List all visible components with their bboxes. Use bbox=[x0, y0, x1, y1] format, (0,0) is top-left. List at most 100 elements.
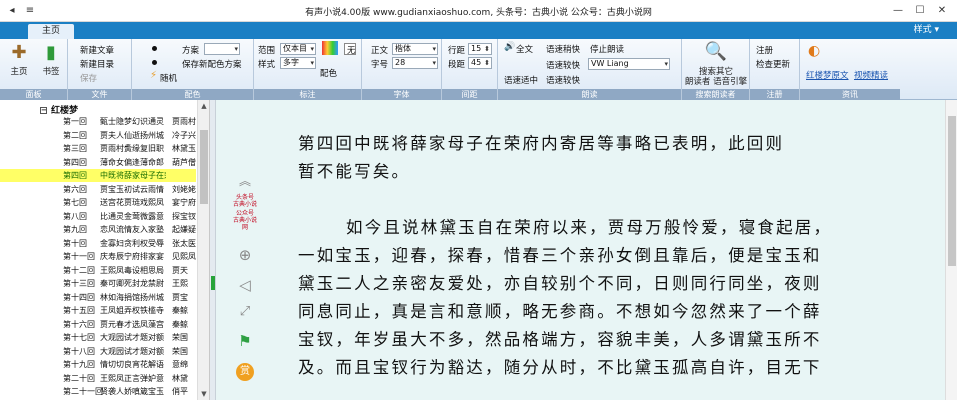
chapter-tree[interactable]: − 红楼梦 第一回 甄士隐梦幻识通灵 贾雨村 第二回 贾夫人仙逝扬州城 冷子兴 第三回 贾雨村夤… bbox=[0, 100, 210, 400]
collapse-icon[interactable]: − bbox=[40, 107, 47, 114]
tree-row-t2: 林黛 bbox=[172, 373, 188, 383]
style-select[interactable]: 多字 bbox=[280, 57, 316, 69]
tree-row-ch: 第四回 bbox=[63, 171, 87, 180]
tree-row[interactable]: 第十回 金寡妇贪利权受辱 张太医 bbox=[0, 237, 196, 250]
rate-slower-button[interactable]: 语速较快 bbox=[546, 74, 580, 86]
tree-row[interactable]: 第十七回 大观园试才题对额 荣国 bbox=[0, 331, 196, 344]
group-label-file: 文件 bbox=[68, 89, 131, 100]
scheme-select[interactable] bbox=[204, 43, 240, 55]
save-scheme-button[interactable]: 保存新配色方案 bbox=[182, 58, 242, 70]
tree-row-ch: 第三回 bbox=[63, 144, 87, 153]
homepage-button[interactable]: 主页 bbox=[8, 65, 30, 77]
tree-row[interactable]: 第十五回 王凤姐弄权铁槛寺 秦鲸 bbox=[0, 304, 196, 317]
reader-scroll-thumb[interactable] bbox=[948, 116, 956, 266]
minimize-button[interactable]: — bbox=[887, 3, 909, 19]
tree-row[interactable]: 第二十回 王熙凤正言弹妒意 林黛 bbox=[0, 372, 196, 385]
tree-row-t1: 贾宝玉初试云雨情 bbox=[100, 184, 164, 194]
tree-row-ch: 第十九回 bbox=[63, 360, 95, 369]
range-select[interactable]: 仅本目 bbox=[280, 43, 316, 55]
fullscreen-icon[interactable]: ⤢ bbox=[232, 304, 258, 319]
tree-row[interactable]: 第十九回 情切切良宵花解语 意绵 bbox=[0, 358, 196, 371]
scroll-up-icon[interactable]: ▲ bbox=[198, 100, 209, 112]
tree-row-t2: 贾天 bbox=[172, 265, 188, 275]
reader-scrollbar[interactable] bbox=[945, 100, 957, 400]
tree-row-t2: 贾雨村 bbox=[172, 117, 196, 126]
para-spacing-stepper[interactable]: 45 bbox=[468, 57, 492, 69]
volume-icon[interactable]: ◁ bbox=[232, 276, 258, 294]
reward-icon[interactable]: 赏 bbox=[232, 360, 258, 381]
link-original-text[interactable]: 红楼梦原文 bbox=[806, 69, 849, 81]
markup-color-button[interactable]: 配色 bbox=[320, 67, 337, 79]
tree-row-t2: 宴宁府 bbox=[172, 198, 196, 207]
save-button[interactable]: 保存 bbox=[80, 72, 97, 84]
maximize-button[interactable]: ☐ bbox=[909, 3, 931, 19]
tree-row-t2: 刘姥姥 bbox=[172, 184, 196, 194]
tree-row[interactable]: 第八回 比通灵金莺微露意 探宝钗 bbox=[0, 210, 196, 223]
globe-icon[interactable]: ⊕ bbox=[232, 246, 258, 264]
stop-read-button[interactable]: 停止朗读 bbox=[590, 43, 624, 55]
tree-row[interactable]: 第十一回 庆寿辰宁府排家宴 见熙凤 bbox=[0, 250, 196, 263]
scroll-down-icon[interactable]: ▼ bbox=[198, 388, 209, 400]
tree-row[interactable]: 第十六回 贾元春才选凤藻宫 秦鲸 bbox=[0, 318, 196, 331]
tree-row[interactable]: 第一回 甄士隐梦幻识通灵 贾雨村 bbox=[0, 115, 196, 128]
read-full-button[interactable]: 全文 bbox=[516, 43, 533, 55]
tree-row-ch: 第十八回 bbox=[63, 346, 95, 356]
tree-row-t1: 王熙凤正言弹妒意 bbox=[100, 373, 164, 383]
tree-row-ch: 第十四回 bbox=[63, 292, 95, 302]
seal-line-4: 古典小说网 bbox=[232, 217, 257, 231]
bookmark-icon: ▮ bbox=[46, 42, 56, 63]
flag-icon[interactable]: ⚑ bbox=[232, 332, 258, 350]
voice-select[interactable]: VW Liang bbox=[588, 58, 670, 70]
tree-row[interactable]: 第十三回 秦可卿死封龙禁尉 王熙 bbox=[0, 277, 196, 290]
tree-row[interactable]: 第四回 中既将薛家母子在荣府内寄居 bbox=[0, 169, 196, 182]
tree-row[interactable]: 第九回 恋风流情友入家塾 起嫌疑 bbox=[0, 223, 196, 236]
rate-up-button[interactable]: 语速较快 bbox=[546, 59, 580, 71]
markup-none-button[interactable]: 无 bbox=[347, 44, 356, 56]
register-button[interactable]: 注册 bbox=[756, 44, 773, 56]
group-label-spacing: 间距 bbox=[442, 89, 497, 100]
text-line: 如今且说林黛玉自在荣府以来，贾母万般怜爱，寝食起居， bbox=[346, 218, 833, 237]
chevron-up-icon[interactable]: ︽ bbox=[232, 172, 258, 189]
font-size-select[interactable]: 28 bbox=[392, 57, 438, 69]
line-spacing-stepper[interactable]: 15 bbox=[468, 43, 492, 55]
tree-scrollbar[interactable]: ▲ ▼ bbox=[197, 100, 209, 400]
tree-row[interactable]: 第二十一回 贤袭人娇嗔箴宝玉 俏平 bbox=[0, 385, 196, 398]
tree-row-t1: 贾元春才选凤藻宫 bbox=[100, 319, 164, 329]
palette-icon bbox=[322, 41, 338, 55]
tree-row-ch: 第十七回 bbox=[63, 333, 95, 342]
style-menu[interactable]: 样式 ▾ bbox=[914, 24, 939, 37]
new-file-button[interactable]: 新建文章 bbox=[80, 44, 114, 56]
check-update-button[interactable]: 检查更新 bbox=[756, 58, 790, 70]
tree-row-t1: 薄命女偏逢薄命郎 bbox=[100, 157, 164, 167]
tree-row-ch: 第八回 bbox=[63, 211, 87, 221]
new-dir-button[interactable]: 新建目录 bbox=[80, 58, 114, 70]
tree-row[interactable]: 第七回 送宫花贾琏戏熙凤 宴宁府 bbox=[0, 196, 196, 209]
bookmark-button[interactable]: 书签 bbox=[40, 65, 62, 77]
group-panel: ✚ 主页 ▮ 书签 面板 bbox=[0, 39, 68, 100]
tree-row[interactable]: 第四回 薄命女偏逢薄命郎 葫芦僧 bbox=[0, 156, 196, 169]
random-button[interactable]: 随机 bbox=[160, 72, 177, 84]
close-button[interactable]: ✕ bbox=[931, 3, 953, 19]
rate-fit-button[interactable]: 语速适中 bbox=[504, 74, 538, 86]
splitter-grip[interactable] bbox=[211, 276, 215, 290]
link-video[interactable]: 视频精读 bbox=[854, 69, 888, 81]
group-markup: 范围 仅本目 样式 多字 配色 无 标注 bbox=[254, 39, 362, 100]
tree-row-t2: 秦鲸 bbox=[172, 306, 188, 315]
color-dot-icon bbox=[152, 60, 157, 65]
tree-row[interactable]: 第十二回 王熙凤毒设相思局 贾天 bbox=[0, 264, 196, 277]
text-line: 黛玉二人之亲密友爱处，亦自较别个不同，日则同行同坐，夜则 bbox=[298, 274, 822, 293]
tab-main[interactable]: 主页 bbox=[28, 24, 74, 39]
tree-row-t1: 王熙凤毒设相思局 bbox=[100, 265, 164, 275]
tree-row[interactable]: 第十四回 林如海捐馆扬州城 贾宝 bbox=[0, 291, 196, 304]
tree-row-t2: 贾宝 bbox=[172, 292, 188, 302]
tree-row[interactable]: 第六回 贾宝玉初试云雨情 刘姥姥 bbox=[0, 183, 196, 196]
tree-scroll-thumb[interactable] bbox=[200, 130, 208, 204]
tree-row[interactable]: 第三回 贾雨村夤缘复旧职 林黛玉 bbox=[0, 142, 196, 155]
tree-row-ch: 第一回 bbox=[63, 117, 87, 126]
rate-down-button[interactable]: 语速稍快 bbox=[546, 43, 580, 55]
tree-row[interactable]: 第十八回 大观园试才题对额 荣国 bbox=[0, 345, 196, 358]
tree-row-t1: 比通灵金莺微露意 bbox=[100, 211, 164, 221]
speaker-icon: 🔊 bbox=[504, 42, 516, 52]
tree-row[interactable]: 第二回 贾夫人仙逝扬州城 冷子兴 bbox=[0, 129, 196, 142]
body-font-select[interactable]: 楷体 bbox=[392, 43, 438, 55]
